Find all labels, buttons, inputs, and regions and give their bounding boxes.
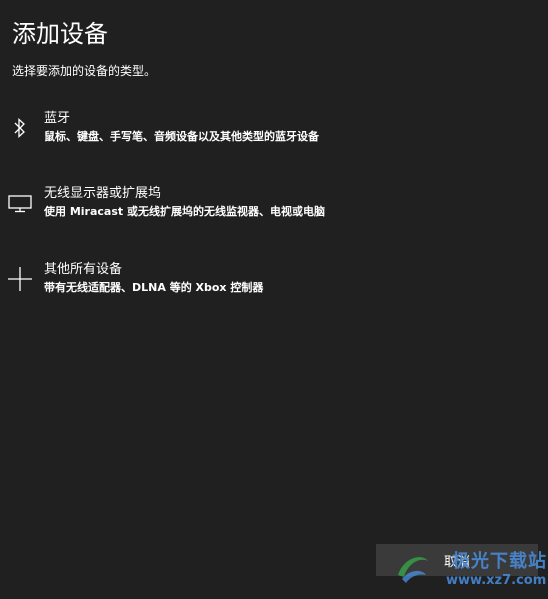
page-subtitle: 选择要添加的设备的类型。 xyxy=(12,64,157,78)
option-title: 无线显示器或扩展坞 xyxy=(44,186,162,201)
option-description: 鼠标、键盘、手写笔、音频设备以及其他类型的蓝牙设备 xyxy=(44,130,319,143)
option-wireless-display[interactable]: 无线显示器或扩展坞 使用 Miracast 或无线扩展坞的无线监视器、电视或电脑 xyxy=(0,185,548,233)
monitor-icon xyxy=(6,185,34,221)
option-bluetooth[interactable]: 蓝牙 鼠标、键盘、手写笔、音频设备以及其他类型的蓝牙设备 xyxy=(0,110,548,158)
bluetooth-icon xyxy=(6,110,34,146)
page-title: 添加设备 xyxy=(12,20,108,48)
option-other-devices[interactable]: 其他所有设备 带有无线适配器、DLNA 等的 Xbox 控制器 xyxy=(0,261,548,309)
option-description: 使用 Miracast 或无线扩展坞的无线监视器、电视或电脑 xyxy=(44,205,325,218)
watermark-url: www.xz7.com xyxy=(446,573,547,588)
plus-icon xyxy=(6,261,34,297)
watermark-text: 极光下载站 xyxy=(452,551,547,572)
option-title: 蓝牙 xyxy=(44,111,71,126)
option-title: 其他所有设备 xyxy=(44,262,123,277)
watermark-logo-icon xyxy=(392,547,432,587)
option-description: 带有无线适配器、DLNA 等的 Xbox 控制器 xyxy=(44,281,264,294)
